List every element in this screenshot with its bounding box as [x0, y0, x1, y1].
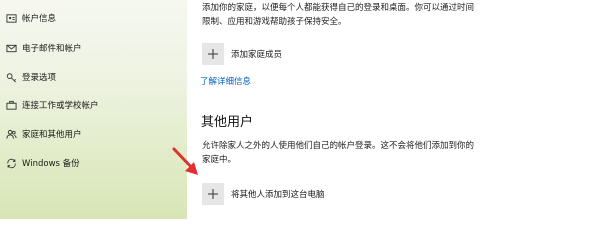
envelope-icon	[5, 42, 17, 54]
other-users-description: 允许除家人之外的人使用他们自己的帐户登录。这不会将他们添加到你的 家庭中。	[202, 141, 475, 165]
sidebar-item-work-school[interactable]: 连接工作或学校帐户	[0, 93, 187, 117]
sidebar-item-account-info[interactable]: 帐户信息	[0, 6, 187, 30]
sidebar-item-label: 电子邮件和帐户	[22, 44, 82, 54]
sidebar-item-label: 登录选项	[22, 73, 57, 83]
sidebar-item-sign-in-options[interactable]: 登录选项	[0, 65, 187, 89]
learn-more-link[interactable]: 了解详细信息	[200, 75, 251, 87]
other-users-heading: 其他用户	[201, 115, 254, 130]
people-icon	[5, 128, 17, 140]
sidebar-item-windows-backup[interactable]: Windows 备份	[0, 151, 187, 175]
sync-icon	[5, 157, 17, 169]
sidebar-item-email-accounts[interactable]: 电子邮件和帐户	[0, 36, 187, 60]
add-family-member-button[interactable]: 添加家庭成员	[202, 43, 282, 65]
settings-sidebar: 帐户信息 电子邮件和帐户 登录选项 连接工作或学校帐户 家庭和其他用户 Wind…	[0, 0, 187, 219]
sidebar-item-label: 连接工作或学校帐户	[22, 101, 99, 111]
plus-icon	[202, 183, 224, 205]
sidebar-item-label: 帐户信息	[22, 14, 57, 24]
sidebar-item-family-other-users[interactable]: 家庭和其他用户	[0, 122, 187, 146]
briefcase-icon	[5, 99, 17, 111]
add-family-member-label: 添加家庭成员	[231, 50, 283, 60]
add-someone-else-button[interactable]: 将其他人添加到这台电脑	[202, 183, 325, 205]
sidebar-item-label: 家庭和其他用户	[22, 130, 82, 140]
plus-icon	[202, 43, 224, 65]
key-icon	[5, 71, 17, 83]
family-description: 添加你的家庭，以便每个人都能获得自己的登录和桌面。你可以通过时间 限制、应用和游…	[202, 3, 475, 27]
user-card-icon	[5, 12, 17, 24]
family-other-users-panel: 添加你的家庭，以便每个人都能获得自己的登录和桌面。你可以通过时间 限制、应用和游…	[187, 0, 600, 219]
red-arrow-icon	[172, 147, 198, 175]
sidebar-item-label: Windows 备份	[22, 159, 80, 169]
add-someone-else-label: 将其他人添加到这台电脑	[231, 190, 325, 200]
